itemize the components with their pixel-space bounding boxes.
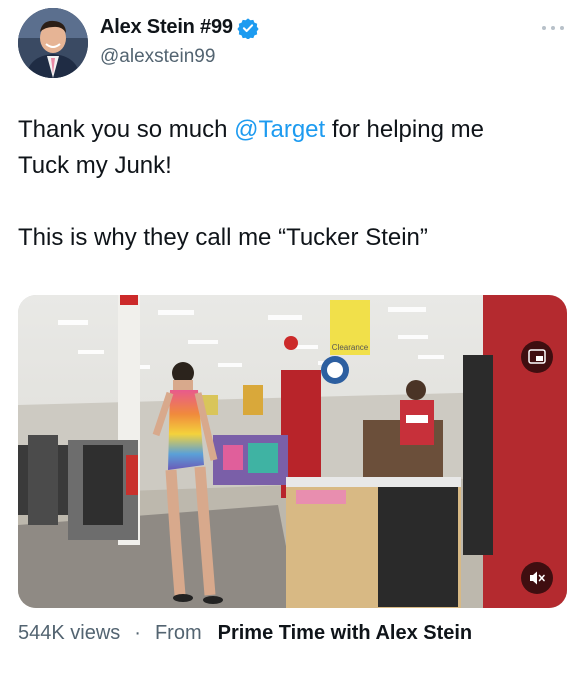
display-name[interactable]: Alex Stein #99	[100, 16, 233, 39]
picture-in-picture-icon[interactable]	[521, 341, 553, 373]
tweet-line-1: Thank you so much @Target for helping me	[18, 112, 568, 148]
video-frame: Clearance	[18, 295, 567, 608]
more-horizontal-icon[interactable]	[538, 18, 568, 38]
mention-link[interactable]: @Target	[234, 116, 325, 143]
separator-dot: ·	[134, 622, 141, 644]
video-player[interactable]: Clearance	[18, 295, 567, 608]
avatar-image	[18, 8, 88, 78]
verified-badge-icon	[237, 17, 259, 40]
tweet-text-segment: for helping me	[325, 116, 484, 143]
avatar[interactable]	[18, 8, 88, 78]
from-label: From	[154, 622, 202, 644]
handle[interactable]: @alexstein99	[100, 46, 215, 68]
name-row: Alex Stein #99	[100, 16, 259, 40]
tweet-text-segment: Thank you so much	[18, 116, 235, 143]
view-count: 544K views	[18, 622, 121, 644]
tweet-line-3: This is why they call me “Tucker Stein”	[18, 224, 428, 251]
tweet-text: Thank you so much @Target for helping me…	[18, 112, 568, 256]
source-link[interactable]: Prime Time with Alex Stein	[218, 622, 473, 645]
store-sign-text: Clearance	[332, 343, 369, 352]
mute-icon[interactable]	[521, 562, 553, 594]
tweet-line-2: Tuck my Junk!	[18, 152, 172, 179]
tweet-footer: 544K views · From Prime Time with Alex S…	[18, 622, 472, 645]
tweet-header: Alex Stein #99 @alexstein99	[18, 8, 578, 78]
